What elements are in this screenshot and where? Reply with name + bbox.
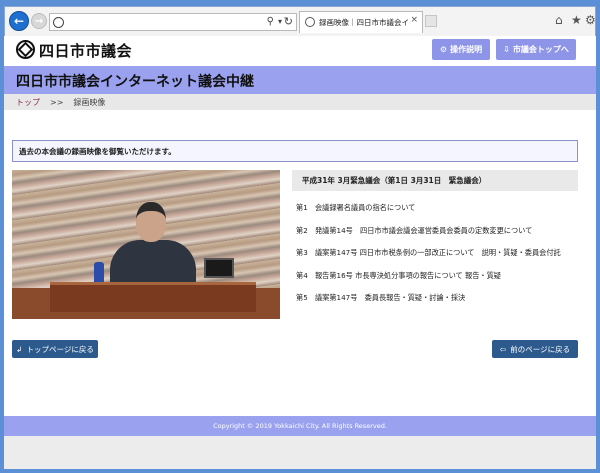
council-top-button-label: 市議会トップへ bbox=[512, 45, 569, 54]
browser-toolbar: ← → ⚲ ▾ ↻ 録画映像｜四日市市議会イ... × ⌂ ★ ⚙ bbox=[4, 6, 596, 36]
back-to-previous-button[interactable]: ⇦ 前のページに戻る bbox=[492, 340, 578, 358]
breadcrumb: トップ >> 録画映像 bbox=[4, 94, 596, 110]
copyright-text: Copyright © 2019 Yokkaichi City. All Rig… bbox=[213, 422, 387, 430]
gear-icon: ⚙ bbox=[439, 45, 448, 54]
help-button-label: 操作説明 bbox=[450, 45, 483, 54]
search-icon[interactable]: ⚲ bbox=[267, 16, 274, 27]
forward-arrow-icon: → bbox=[34, 15, 44, 27]
return-arrow-icon: ↲ bbox=[16, 344, 23, 354]
page-viewport: 四日市市議会 ⚙ 操作説明 ⇩ 市議会トップへ 四日市市議会インターネット議会中… bbox=[4, 36, 596, 469]
footer-spacer bbox=[4, 436, 596, 469]
tab-close-icon[interactable]: × bbox=[410, 15, 418, 25]
help-button[interactable]: ⚙ 操作説明 bbox=[432, 39, 490, 60]
agenda-item[interactable]: 第1 会議録署名議員の指名について bbox=[296, 203, 582, 213]
upload-icon: ⇩ bbox=[503, 45, 510, 54]
home-icon[interactable]: ⌂ bbox=[555, 13, 563, 27]
agenda-item[interactable]: 第2 発議第14号 四日市市議会議会運営委員会委員の定数変更について bbox=[296, 226, 582, 236]
left-arrow-icon: ⇦ bbox=[499, 344, 507, 354]
chevron-down-icon[interactable]: ▾ bbox=[278, 17, 282, 26]
session-title-box: 平成31年 3月緊急議会（第1日 3月31日 緊急議会） bbox=[292, 170, 578, 191]
notice-text: 過去の本会議の録画映像を御覧いただけます。 bbox=[19, 146, 176, 156]
breadcrumb-current: 録画映像 bbox=[73, 97, 106, 107]
address-bar[interactable]: ⚲ ▾ ↻ bbox=[49, 13, 297, 31]
page-title: 四日市市議会インターネット議会中継 bbox=[16, 74, 254, 90]
new-tab-button[interactable] bbox=[425, 15, 437, 27]
city-emblem-icon[interactable] bbox=[16, 40, 35, 59]
refresh-icon[interactable]: ↻ bbox=[284, 15, 293, 28]
back-to-top-button[interactable]: ↲ トップページに戻る bbox=[12, 340, 98, 358]
forward-button[interactable]: → bbox=[31, 13, 47, 29]
site-name[interactable]: 四日市市議会 bbox=[39, 40, 132, 61]
back-to-top-label: トップページに戻る bbox=[26, 344, 94, 354]
agenda-item[interactable]: 第3 議案第147号 四日市市税条例の一部改正について 説明・質疑・委員会付託 bbox=[296, 248, 582, 258]
back-to-previous-label: 前のページに戻る bbox=[510, 344, 571, 354]
back-arrow-icon: ← bbox=[13, 14, 25, 28]
video-player[interactable] bbox=[12, 170, 280, 319]
back-button[interactable]: ← bbox=[9, 11, 29, 31]
session-title: 平成31年 3月緊急議会（第1日 3月31日 緊急議会） bbox=[302, 176, 487, 185]
favorites-star-icon[interactable]: ★ bbox=[571, 13, 582, 27]
site-footer: Copyright © 2019 Yokkaichi City. All Rig… bbox=[4, 416, 596, 436]
video-monitor bbox=[204, 258, 234, 278]
browser-window: ← → ⚲ ▾ ↻ 録画映像｜四日市市議会イ... × ⌂ ★ ⚙ 四日市市議会… bbox=[0, 0, 600, 473]
tab-title: 録画映像｜四日市市議会イ... bbox=[319, 18, 409, 27]
site-favicon-icon bbox=[53, 17, 64, 28]
notice-box: 過去の本会議の録画映像を御覧いただけます。 bbox=[12, 140, 578, 162]
site-header: 四日市市議会 ⚙ 操作説明 ⇩ 市議会トップへ bbox=[4, 36, 596, 66]
gear-icon[interactable]: ⚙ bbox=[585, 13, 596, 27]
breadcrumb-top-link[interactable]: トップ bbox=[16, 97, 40, 108]
title-band: 四日市市議会インターネット議会中継 bbox=[4, 66, 596, 94]
breadcrumb-separator: >> bbox=[50, 97, 64, 107]
main-content: 過去の本会議の録画映像を御覧いただけます。 平成31年 3月緊急議会（第1日 3… bbox=[4, 110, 596, 426]
agenda-item[interactable]: 第5 議案第147号 委員長報告・質疑・討論・採決 bbox=[296, 293, 582, 303]
agenda-list: 第1 会議録署名議員の指名について 第2 発議第14号 四日市市議会議会運営委員… bbox=[296, 203, 582, 316]
council-top-button[interactable]: ⇩ 市議会トップへ bbox=[496, 39, 576, 60]
tab-favicon-icon bbox=[305, 17, 315, 27]
agenda-item[interactable]: 第4 報告第16号 市長専決処分事項の報告について 報告・質疑 bbox=[296, 271, 582, 281]
video-speaker-head bbox=[136, 202, 166, 242]
video-podium bbox=[50, 282, 256, 312]
browser-tab[interactable]: 録画映像｜四日市市議会イ... × bbox=[299, 11, 423, 33]
